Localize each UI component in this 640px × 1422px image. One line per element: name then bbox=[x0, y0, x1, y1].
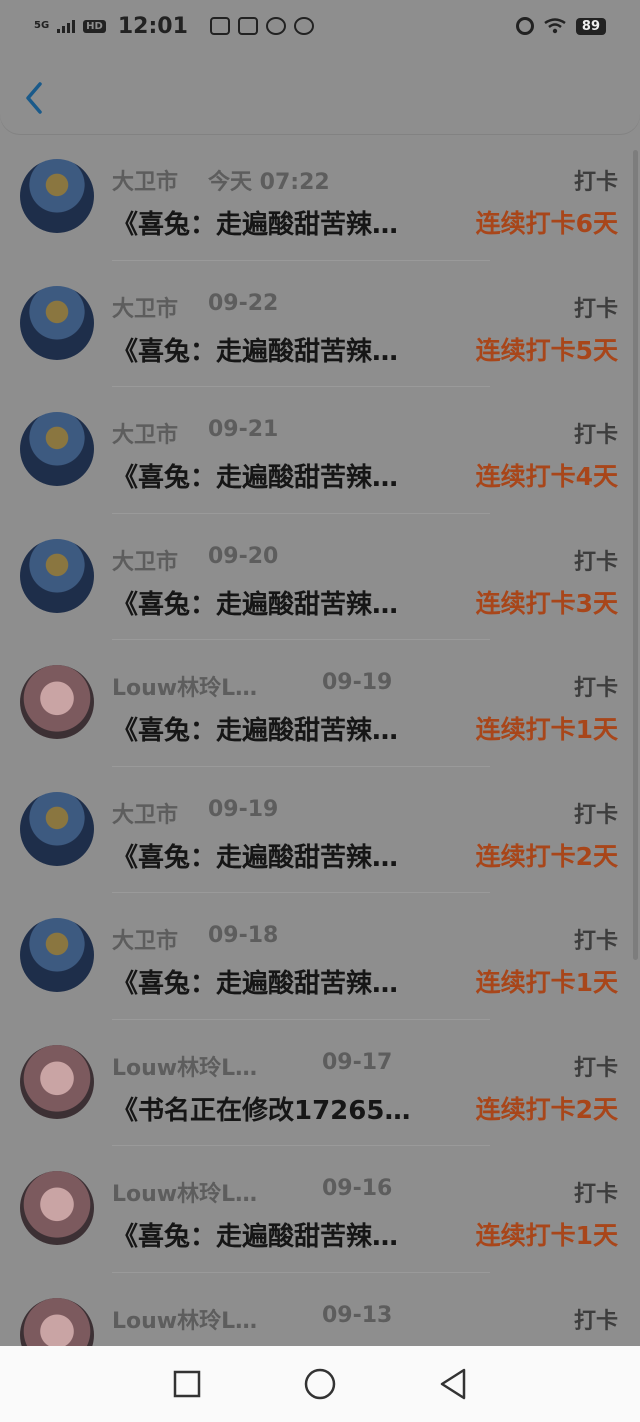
streak-label: 连续打卡1天 bbox=[475, 968, 618, 997]
avatar[interactable] bbox=[20, 791, 94, 866]
streak-label: 连续打卡5天 bbox=[475, 335, 618, 365]
book-title[interactable]: 《喜兔：走遍酸甜苦辣… bbox=[112, 457, 448, 494]
list-item[interactable]: Louw林玲L… 09-13 打卡 《喜兔：走遍酸甜苦辣… 连续打卡1天 bbox=[0, 1273, 640, 1346]
user-name[interactable]: 大卫市 bbox=[112, 291, 178, 323]
checkin-type-label: 打卡 bbox=[573, 1055, 618, 1081]
user-name[interactable]: 大卫市 bbox=[112, 923, 178, 955]
avatar[interactable] bbox=[20, 412, 94, 486]
checkin-date: 09-21 bbox=[208, 417, 279, 442]
user-name[interactable]: Louw林玲L… bbox=[112, 1176, 257, 1208]
clock: 12:01 bbox=[117, 13, 188, 39]
streak-label: 连续打卡6天 bbox=[475, 209, 618, 238]
streak-label: 连续打卡2天 bbox=[475, 1094, 618, 1124]
checkin-list[interactable]: 大卫市 今天 07:22 打卡 《喜兔：走遍酸甜苦辣… 连续打卡6天 大卫市 0… bbox=[0, 134, 640, 1346]
status-bar: 5G HD 12:01 89 bbox=[0, 0, 640, 52]
recents-button[interactable] bbox=[167, 1364, 207, 1404]
checkin-type-label: 打卡 bbox=[573, 1182, 618, 1207]
square-icon bbox=[173, 1370, 200, 1398]
notification-icons bbox=[209, 17, 314, 35]
streak-label: 连续打卡3天 bbox=[475, 588, 618, 618]
triangle-back-icon bbox=[441, 1368, 466, 1400]
checkin-type-label: 打卡 bbox=[573, 929, 618, 954]
book-title[interactable]: 《喜兔：走遍酸甜苦辣… bbox=[112, 1216, 448, 1253]
checkin-date: 09-22 bbox=[208, 290, 279, 316]
book-title[interactable]: 《喜兔：走遍酸甜苦辣… bbox=[112, 584, 448, 621]
user-name[interactable]: Louw林玲L… bbox=[112, 670, 257, 702]
checkin-type-label: 打卡 bbox=[573, 1308, 618, 1334]
checkin-type-label: 打卡 bbox=[573, 423, 618, 448]
streak-label: 连续打卡1天 bbox=[475, 715, 618, 744]
link-notification-icon bbox=[293, 17, 314, 35]
book-title[interactable]: 《喜兔：走遍酸甜苦辣… bbox=[112, 710, 448, 747]
checkin-date: 今天 07:22 bbox=[208, 170, 330, 195]
list-item[interactable]: 大卫市 09-21 打卡 《喜兔：走遍酸甜苦辣… 连续打卡4天 bbox=[0, 387, 640, 514]
list-item[interactable]: 大卫市 09-19 打卡 《喜兔：走遍酸甜苦辣… 连续打卡2天 bbox=[0, 767, 640, 893]
avatar[interactable] bbox=[20, 1297, 94, 1346]
checkin-date: 09-17 bbox=[322, 1049, 393, 1075]
checkin-type-label: 打卡 bbox=[573, 676, 618, 701]
book-title[interactable]: 《书名正在修改17265… bbox=[112, 1090, 448, 1127]
checkin-date: 09-20 bbox=[208, 543, 279, 569]
chevron-left-icon bbox=[26, 82, 42, 114]
checkin-type-label: 打卡 bbox=[573, 802, 618, 828]
user-name[interactable]: 大卫市 bbox=[112, 417, 178, 449]
user-name[interactable]: Louw林玲L… bbox=[112, 1050, 257, 1082]
user-name[interactable]: 大卫市 bbox=[112, 164, 178, 196]
checkin-type-label: 打卡 bbox=[573, 296, 618, 322]
home-button[interactable] bbox=[300, 1364, 340, 1404]
user-name[interactable]: Louw林玲L… bbox=[112, 1303, 257, 1335]
app-notification-icon bbox=[209, 17, 230, 35]
book-title[interactable]: 《喜兔：走遍酸甜苦辣… bbox=[112, 331, 448, 368]
alarm-icon bbox=[515, 17, 534, 35]
checkin-date: 09-18 bbox=[208, 923, 279, 948]
avatar[interactable] bbox=[20, 538, 94, 613]
hd-badge: HD bbox=[83, 19, 106, 33]
card-notification-icon bbox=[237, 17, 258, 35]
list-item[interactable]: 大卫市 09-18 打卡 《喜兔：走遍酸甜苦辣… 连续打卡1天 bbox=[0, 893, 640, 1020]
user-name[interactable]: 大卫市 bbox=[112, 544, 178, 576]
battery-indicator: 89 bbox=[575, 17, 606, 35]
avatar[interactable] bbox=[20, 285, 94, 360]
avatar[interactable] bbox=[20, 665, 94, 739]
network-type: 5G bbox=[34, 20, 50, 31]
checkin-date: 09-16 bbox=[322, 1176, 393, 1201]
avatar[interactable] bbox=[20, 1044, 94, 1119]
system-nav-bar bbox=[0, 1346, 640, 1422]
user-name[interactable]: 大卫市 bbox=[112, 797, 178, 829]
list-item[interactable]: 大卫市 今天 07:22 打卡 《喜兔：走遍酸甜苦辣… 连续打卡6天 bbox=[0, 134, 640, 261]
checkin-date: 09-19 bbox=[208, 796, 279, 822]
book-title[interactable]: 《喜兔：走遍酸甜苦辣… bbox=[112, 837, 448, 874]
streak-label: 连续打卡4天 bbox=[475, 462, 618, 491]
checkin-date: 09-19 bbox=[322, 670, 393, 695]
checkin-type-label: 打卡 bbox=[573, 549, 618, 575]
avatar[interactable] bbox=[20, 1171, 94, 1245]
wifi-icon bbox=[544, 18, 566, 34]
checkin-type-label: 打卡 bbox=[573, 170, 618, 195]
status-right: 89 bbox=[515, 17, 606, 35]
nav-back-button[interactable] bbox=[433, 1364, 473, 1404]
list-item[interactable]: 大卫市 09-20 打卡 《喜兔：走遍酸甜苦辣… 连续打卡3天 bbox=[0, 514, 640, 640]
book-title[interactable]: 《喜兔：走遍酸甜苦辣… bbox=[112, 204, 448, 241]
checkin-date: 09-13 bbox=[322, 1302, 393, 1328]
list-item[interactable]: Louw林玲L… 09-19 打卡 《喜兔：走遍酸甜苦辣… 连续打卡1天 bbox=[0, 640, 640, 767]
streak-label: 连续打卡2天 bbox=[475, 841, 618, 871]
list-item[interactable]: 大卫市 09-22 打卡 《喜兔：走遍酸甜苦辣… 连续打卡5天 bbox=[0, 261, 640, 387]
scrollbar[interactable] bbox=[633, 150, 638, 960]
list-item[interactable]: Louw林玲L… 09-17 打卡 《书名正在修改17265… 连续打卡2天 bbox=[0, 1020, 640, 1146]
back-button[interactable] bbox=[20, 78, 50, 118]
circle-icon bbox=[304, 1368, 336, 1400]
page-header bbox=[0, 52, 640, 134]
streak-label: 连续打卡1天 bbox=[475, 1221, 618, 1250]
signal-icon bbox=[57, 19, 76, 33]
avatar[interactable] bbox=[20, 159, 94, 233]
status-left: 5G HD 12:01 bbox=[34, 14, 314, 39]
wechat-notification-icon bbox=[265, 17, 286, 35]
book-title[interactable]: 《喜兔：走遍酸甜苦辣… bbox=[112, 963, 448, 1000]
avatar[interactable] bbox=[20, 918, 94, 992]
list-item[interactable]: Louw林玲L… 09-16 打卡 《喜兔：走遍酸甜苦辣… 连续打卡1天 bbox=[0, 1146, 640, 1273]
